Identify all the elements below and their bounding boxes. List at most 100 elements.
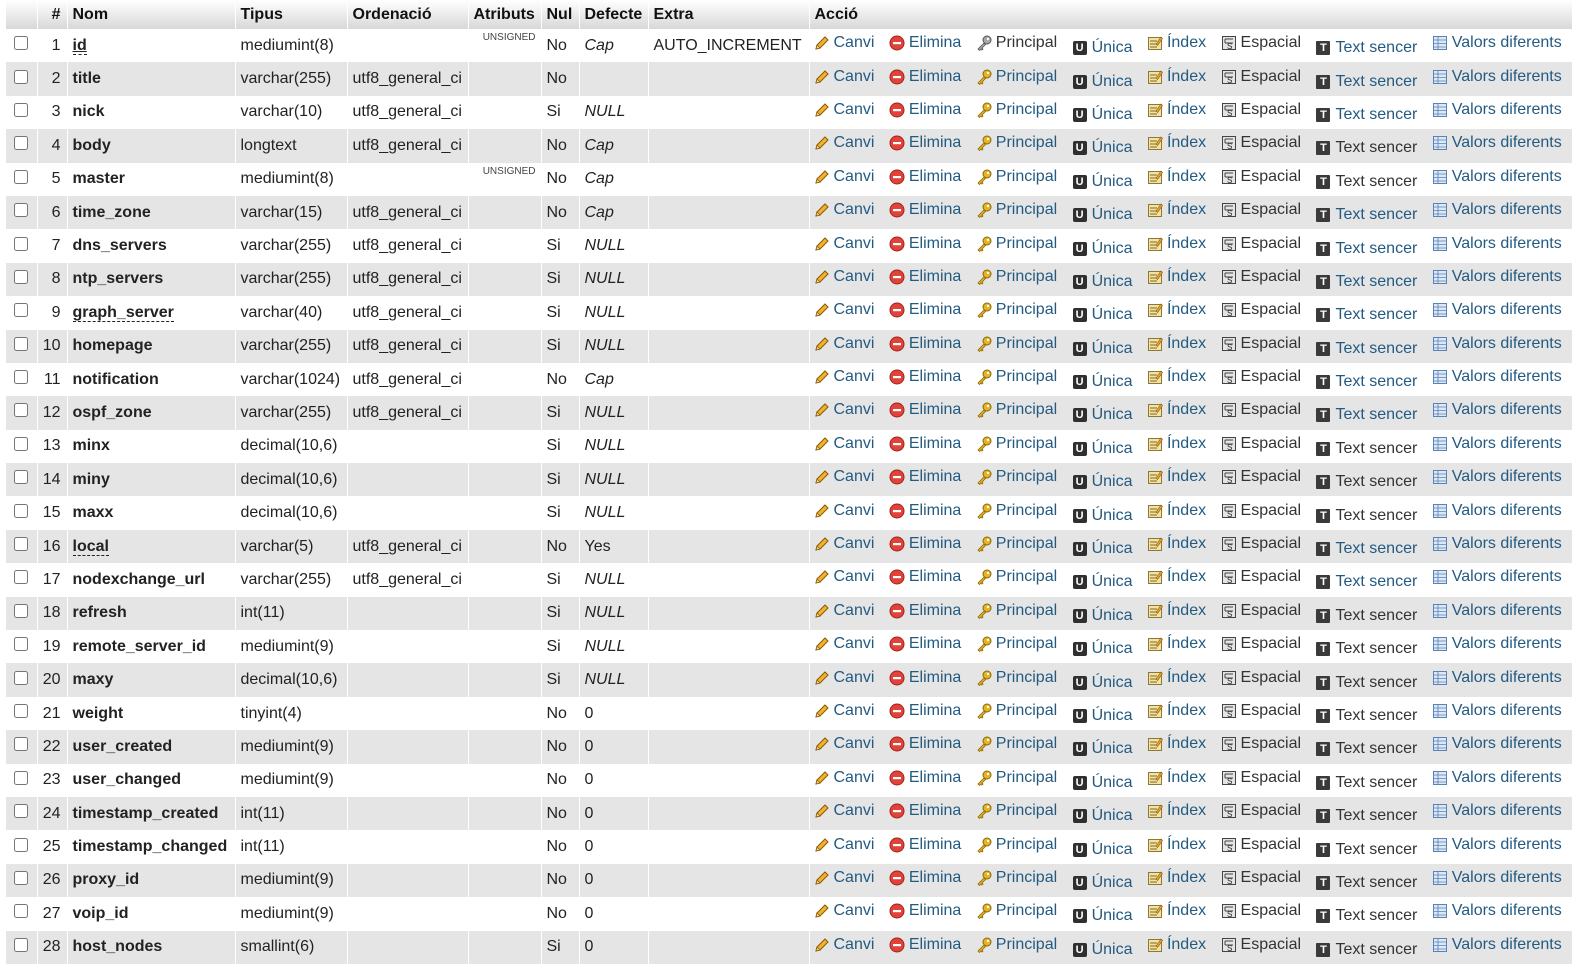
spatial-button[interactable]: S Espacial xyxy=(1221,134,1301,152)
change-button[interactable]: Canvi xyxy=(814,669,874,687)
change-button[interactable]: Canvi xyxy=(814,101,874,119)
header-collation[interactable]: Ordenació xyxy=(347,0,469,29)
drop-button[interactable]: Elimina xyxy=(889,869,961,887)
row-checkbox[interactable] xyxy=(14,303,29,318)
unique-button[interactable]: U Única xyxy=(1072,406,1133,424)
distinct-values-button[interactable]: Valors diferents xyxy=(1432,134,1562,152)
drop-button[interactable]: Elimina xyxy=(889,802,961,820)
distinct-values-button[interactable]: Valors diferents xyxy=(1432,368,1562,386)
drop-button[interactable]: Elimina xyxy=(889,268,961,286)
spatial-button[interactable]: S Espacial xyxy=(1221,502,1301,520)
primary-button[interactable]: Principal xyxy=(976,235,1057,253)
fulltext-button[interactable]: T Text sencer xyxy=(1315,507,1417,525)
spatial-button[interactable]: S Espacial xyxy=(1221,836,1301,854)
index-button[interactable]: Índex xyxy=(1147,802,1206,820)
distinct-values-button[interactable]: Valors diferents xyxy=(1432,869,1562,887)
spatial-button[interactable]: S Espacial xyxy=(1221,34,1301,52)
drop-button[interactable]: Elimina xyxy=(889,568,961,586)
primary-button[interactable]: Principal xyxy=(976,602,1057,620)
header-name[interactable]: Nom xyxy=(67,0,236,29)
primary-button[interactable]: Principal xyxy=(976,201,1057,219)
distinct-values-button[interactable]: Valors diferents xyxy=(1432,268,1562,286)
fulltext-button[interactable]: T Text sencer xyxy=(1315,373,1417,391)
primary-button[interactable]: Principal xyxy=(976,68,1057,86)
fulltext-button[interactable]: T Text sencer xyxy=(1315,139,1417,157)
index-button[interactable]: Índex xyxy=(1147,769,1206,787)
index-button[interactable]: Índex xyxy=(1147,134,1206,152)
row-checkbox[interactable] xyxy=(14,169,29,184)
header-attributes[interactable]: Atributs xyxy=(468,0,542,29)
distinct-values-button[interactable]: Valors diferents xyxy=(1432,401,1562,419)
distinct-values-button[interactable]: Valors diferents xyxy=(1432,201,1562,219)
primary-button[interactable]: Principal xyxy=(976,168,1057,186)
primary-button[interactable]: Principal xyxy=(976,836,1057,854)
distinct-values-button[interactable]: Valors diferents xyxy=(1432,435,1562,453)
unique-button[interactable]: U Única xyxy=(1072,273,1133,291)
spatial-button[interactable]: S Espacial xyxy=(1221,936,1301,954)
drop-button[interactable]: Elimina xyxy=(889,535,961,553)
distinct-values-button[interactable]: Valors diferents xyxy=(1432,235,1562,253)
drop-button[interactable]: Elimina xyxy=(889,68,961,86)
primary-button[interactable]: Principal xyxy=(976,535,1057,553)
header-type[interactable]: Tipus xyxy=(235,0,348,29)
fulltext-button[interactable]: T Text sencer xyxy=(1315,841,1417,859)
distinct-values-button[interactable]: Valors diferents xyxy=(1432,468,1562,486)
change-button[interactable]: Canvi xyxy=(814,568,874,586)
primary-button[interactable]: Principal xyxy=(976,301,1057,319)
distinct-values-button[interactable]: Valors diferents xyxy=(1432,669,1562,687)
spatial-button[interactable]: S Espacial xyxy=(1221,335,1301,353)
row-checkbox[interactable] xyxy=(14,570,29,585)
unique-button[interactable]: U Única xyxy=(1072,507,1133,525)
fulltext-button[interactable]: T Text sencer xyxy=(1315,774,1417,792)
spatial-button[interactable]: S Espacial xyxy=(1221,168,1301,186)
unique-button[interactable]: U Única xyxy=(1072,607,1133,625)
primary-button[interactable]: Principal xyxy=(976,702,1057,720)
change-button[interactable]: Canvi xyxy=(814,936,874,954)
unique-button[interactable]: U Única xyxy=(1072,373,1133,391)
distinct-values-button[interactable]: Valors diferents xyxy=(1432,568,1562,586)
change-button[interactable]: Canvi xyxy=(814,836,874,854)
unique-button[interactable]: U Única xyxy=(1072,807,1133,825)
primary-button[interactable]: Principal xyxy=(976,735,1057,753)
row-checkbox[interactable] xyxy=(14,69,29,84)
primary-button[interactable]: Principal xyxy=(976,34,1057,52)
unique-button[interactable]: U Única xyxy=(1072,573,1133,591)
distinct-values-button[interactable]: Valors diferents xyxy=(1432,769,1562,787)
row-checkbox[interactable] xyxy=(14,637,29,652)
index-button[interactable]: Índex xyxy=(1147,836,1206,854)
primary-button[interactable]: Principal xyxy=(976,936,1057,954)
drop-button[interactable]: Elimina xyxy=(889,836,961,854)
drop-button[interactable]: Elimina xyxy=(889,902,961,920)
spatial-button[interactable]: S Espacial xyxy=(1221,802,1301,820)
drop-button[interactable]: Elimina xyxy=(889,635,961,653)
distinct-values-button[interactable]: Valors diferents xyxy=(1432,502,1562,520)
unique-button[interactable]: U Única xyxy=(1072,640,1133,658)
change-button[interactable]: Canvi xyxy=(814,301,874,319)
fulltext-button[interactable]: T Text sencer xyxy=(1315,807,1417,825)
distinct-values-button[interactable]: Valors diferents xyxy=(1432,702,1562,720)
primary-button[interactable]: Principal xyxy=(976,368,1057,386)
primary-button[interactable]: Principal xyxy=(976,101,1057,119)
fulltext-button[interactable]: T Text sencer xyxy=(1315,573,1417,591)
change-button[interactable]: Canvi xyxy=(814,435,874,453)
unique-button[interactable]: U Única xyxy=(1072,740,1133,758)
change-button[interactable]: Canvi xyxy=(814,268,874,286)
change-button[interactable]: Canvi xyxy=(814,201,874,219)
change-button[interactable]: Canvi xyxy=(814,602,874,620)
row-checkbox[interactable] xyxy=(14,870,29,885)
index-button[interactable]: Índex xyxy=(1147,602,1206,620)
distinct-values-button[interactable]: Valors diferents xyxy=(1432,535,1562,553)
primary-button[interactable]: Principal xyxy=(976,134,1057,152)
change-button[interactable]: Canvi xyxy=(814,702,874,720)
fulltext-button[interactable]: T Text sencer xyxy=(1315,406,1417,424)
change-button[interactable]: Canvi xyxy=(814,769,874,787)
index-button[interactable]: Índex xyxy=(1147,335,1206,353)
row-checkbox[interactable] xyxy=(14,102,29,117)
fulltext-button[interactable]: T Text sencer xyxy=(1315,440,1417,458)
row-checkbox[interactable] xyxy=(14,837,29,852)
primary-button[interactable]: Principal xyxy=(976,435,1057,453)
change-button[interactable]: Canvi xyxy=(814,869,874,887)
unique-button[interactable]: U Única xyxy=(1072,907,1133,925)
fulltext-button[interactable]: T Text sencer xyxy=(1315,306,1417,324)
drop-button[interactable]: Elimina xyxy=(889,502,961,520)
